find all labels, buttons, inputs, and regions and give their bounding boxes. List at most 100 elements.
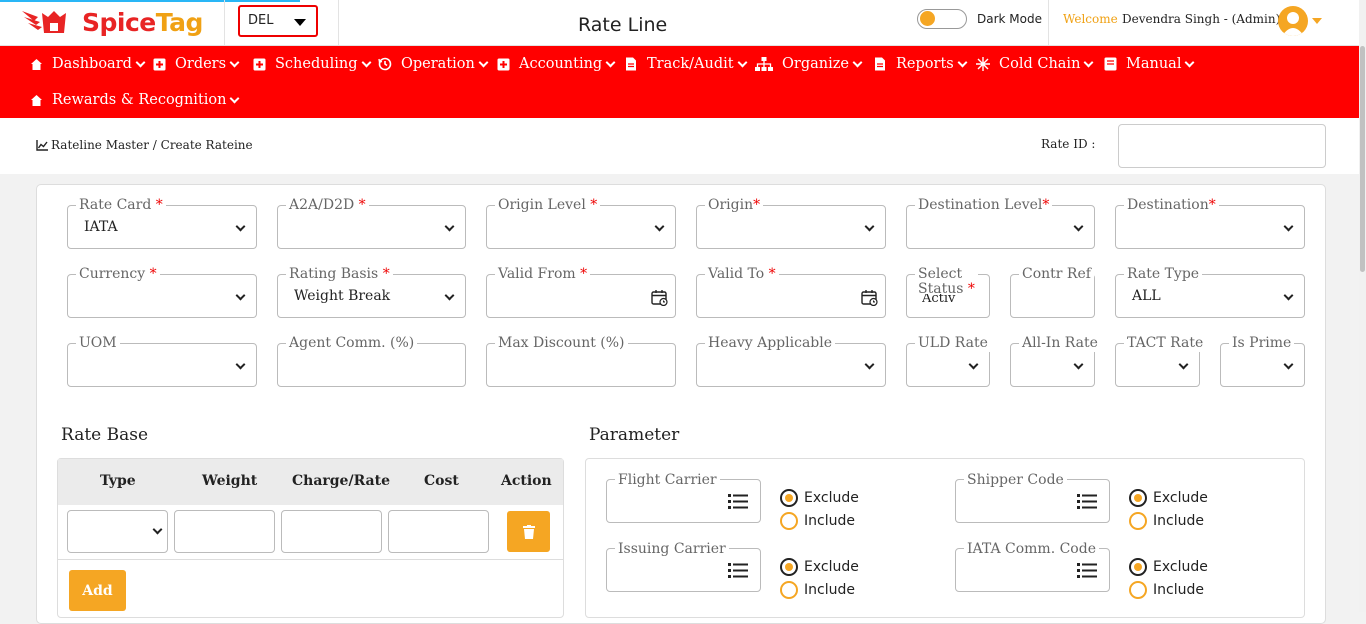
destination-select[interactable]: Destination* [1115, 196, 1305, 249]
issuing-carrier-include-radio[interactable]: Include [780, 581, 855, 599]
nav-orders[interactable]: Orders [152, 52, 240, 76]
chevron-down-icon [1283, 290, 1294, 301]
valid-to-input[interactable]: Valid To * [696, 265, 886, 318]
origin-select[interactable]: Origin* [696, 196, 886, 249]
radio-checked-icon [1129, 558, 1147, 576]
dark-mode-toggle[interactable] [917, 9, 967, 29]
page-scrollbar[interactable] [1359, 0, 1366, 612]
field-label: A2A/D2D * [286, 196, 369, 214]
is-prime-select[interactable]: Is Prime [1220, 334, 1305, 387]
radio-label: Include [804, 513, 855, 529]
cost-input[interactable] [388, 510, 489, 553]
flight-carrier-field[interactable]: Flight Carrier [606, 471, 761, 523]
field-label: Flight Carrier [615, 471, 720, 489]
radio-unchecked-icon [1129, 581, 1147, 599]
plus-square-icon [496, 57, 510, 71]
iata-comm-code-include-radio[interactable]: Include [1129, 581, 1204, 599]
radio-label: Exclude [1153, 559, 1208, 575]
uld-rate-select[interactable]: ULD Rate [906, 334, 991, 387]
tact-rate-select[interactable]: TACT Rate [1115, 334, 1207, 387]
user-menu-caret-icon[interactable] [1312, 18, 1322, 24]
chevron-down-icon [478, 57, 489, 67]
toggle-knob [920, 11, 935, 26]
nav-label: Operation [401, 56, 475, 72]
heavy-applicable-select[interactable]: Heavy Applicable [696, 334, 886, 387]
nav-track-audit[interactable]: Track/Audit [624, 52, 748, 76]
nav-dashboard[interactable]: Dashboard [29, 52, 146, 76]
chevron-down-icon [229, 57, 240, 67]
add-button[interactable]: Add [69, 570, 126, 611]
nav-scheduling[interactable]: Scheduling [252, 52, 371, 76]
destination-level-select[interactable]: Destination Level* [906, 196, 1095, 249]
iata-comm-code-exclude-radio[interactable]: Exclude [1129, 558, 1208, 576]
row-divider [58, 559, 563, 560]
nav-cold-chain[interactable]: Cold Chain [976, 52, 1094, 76]
flight-carrier-exclude-radio[interactable]: Exclude [780, 489, 859, 507]
column-header-type: Type [100, 473, 136, 489]
field-label: Max Discount (%) [495, 334, 628, 352]
type-select[interactable] [67, 510, 168, 553]
field-label: Currency * [76, 265, 160, 283]
shipper-code-include-radio[interactable]: Include [1129, 512, 1204, 530]
calendar-icon[interactable] [651, 289, 668, 306]
currency-select[interactable]: Currency * [67, 265, 257, 318]
breadcrumb[interactable]: Rateline Master / Create Rateine [36, 138, 253, 152]
nav-organize[interactable]: Organize [755, 52, 863, 76]
nav-label: Organize [782, 56, 849, 72]
nav-operation[interactable]: Operation [378, 52, 489, 76]
list-icon[interactable] [1077, 561, 1097, 579]
chevron-down-icon [1185, 57, 1195, 67]
chevron-down-icon [230, 93, 240, 103]
shipper-code-field[interactable]: Shipper Code [955, 471, 1110, 523]
a2a-d2d-select[interactable]: A2A/D2D * [277, 196, 466, 249]
field-label: Shipper Code [964, 471, 1067, 489]
status-select[interactable]: Select Status * Activ [906, 267, 990, 318]
flight-carrier-include-radio[interactable]: Include [780, 512, 855, 530]
all-in-rate-select[interactable]: All-In Rate [1010, 334, 1101, 387]
rate-card-select[interactable]: Rate Card * IATA [67, 196, 257, 249]
snowflake-icon [976, 57, 990, 71]
agent-comm-input[interactable]: Agent Comm. (%) [277, 334, 466, 387]
chevron-down-icon [864, 359, 875, 370]
chevron-down-icon [361, 57, 371, 67]
radio-checked-icon [780, 489, 798, 507]
rate-id-input[interactable] [1118, 124, 1326, 168]
page-title: Rate Line [578, 14, 668, 36]
user-avatar[interactable] [1278, 6, 1308, 36]
rate-type-select[interactable]: Rate Type ALL [1115, 265, 1305, 318]
shipper-code-exclude-radio[interactable]: Exclude [1129, 489, 1208, 507]
delete-row-button[interactable] [507, 511, 550, 552]
spicetag-logo[interactable]: SpiceTag [20, 5, 203, 39]
chevron-down-icon [1178, 359, 1189, 370]
list-icon[interactable] [728, 561, 748, 579]
list-icon[interactable] [1077, 492, 1097, 510]
chevron-down-icon [1283, 359, 1294, 370]
iata-comm-code-field[interactable]: IATA Comm. Code [955, 540, 1110, 592]
radio-label: Exclude [804, 490, 859, 506]
field-label: Heavy Applicable [705, 334, 836, 352]
nav-reports[interactable]: Reports [873, 52, 968, 76]
list-icon[interactable] [728, 492, 748, 510]
max-discount-input[interactable]: Max Discount (%) [486, 334, 676, 387]
contr-ref-input[interactable]: Contr Ref [1010, 265, 1095, 318]
station-value: DEL [248, 13, 274, 28]
divider [338, 0, 339, 46]
nav-accounting[interactable]: Accounting [496, 52, 616, 76]
scrollbar-thumb[interactable] [1360, 46, 1365, 272]
nav-manual[interactable]: Manual [1103, 52, 1195, 76]
rating-basis-select[interactable]: Rating Basis * Weight Break [277, 265, 466, 318]
issuing-carrier-field[interactable]: Issuing Carrier [606, 540, 761, 592]
issuing-carrier-exclude-radio[interactable]: Exclude [780, 558, 859, 576]
weight-input[interactable] [174, 510, 275, 553]
field-value: ALL [1132, 288, 1161, 304]
nav-label: Scheduling [275, 56, 358, 72]
chevron-down-icon [957, 57, 968, 67]
field-label: Destination Level* [915, 196, 1053, 214]
charge-rate-input[interactable] [281, 510, 382, 553]
valid-from-input[interactable]: Valid From * [486, 265, 676, 318]
uom-select[interactable]: UOM [67, 334, 257, 387]
origin-level-select[interactable]: Origin Level * [486, 196, 676, 249]
nav-rewards-recognition[interactable]: Rewards & Recognition [29, 88, 240, 112]
calendar-icon[interactable] [861, 289, 878, 306]
station-select[interactable]: DEL [238, 5, 318, 37]
